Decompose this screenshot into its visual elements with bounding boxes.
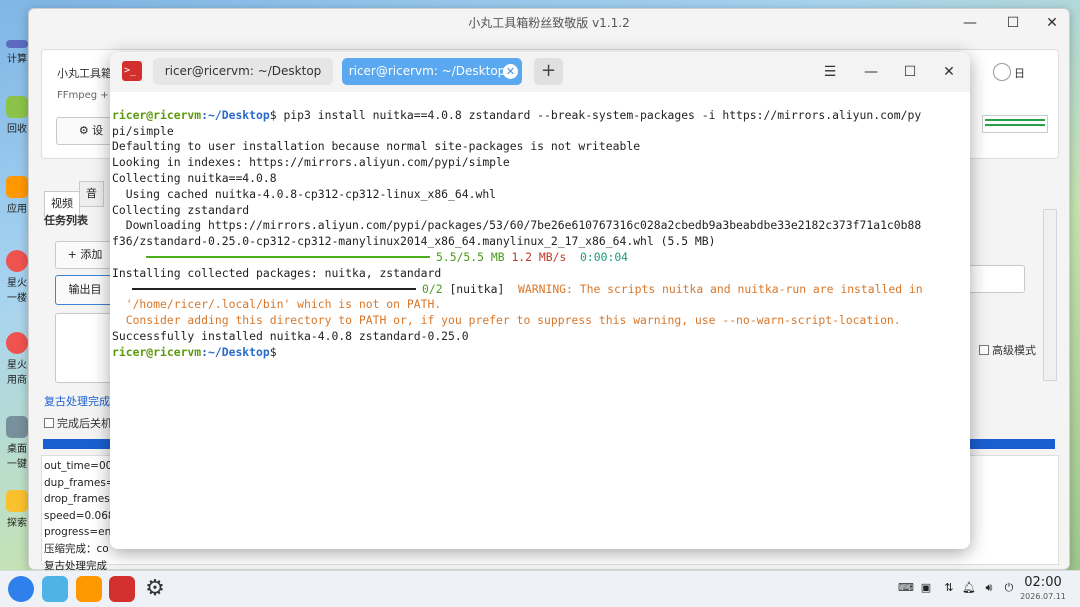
- terminal-titlebar: >_ ricer@ricervm: ~/Desktop ricer@ricerv…: [110, 52, 970, 92]
- terminal-tab-2-active[interactable]: ricer@ricervm: ~/Desktop ✕: [342, 58, 522, 85]
- desktop-icon-label: 桌面一键: [7, 444, 27, 470]
- tab-audio[interactable]: 音: [79, 181, 104, 207]
- volume-icon[interactable]: 🔊︎: [982, 581, 996, 595]
- success-line: Successfully installed nuitka-4.0.8 zsta…: [112, 328, 469, 343]
- spark-icon: [6, 250, 28, 272]
- radio-label: 日: [1014, 67, 1025, 80]
- advanced-mode-label: 高级模式: [992, 344, 1036, 357]
- maximize-button[interactable]: ☐: [998, 13, 1028, 33]
- command-line-wrap: pi/simple: [112, 123, 174, 138]
- gear-icon[interactable]: ⚙: [142, 576, 168, 602]
- tab-label: ricer@ricervm: ~/Desktop: [348, 64, 506, 78]
- desktop-icon-spark-store[interactable]: 星火用商: [4, 332, 30, 386]
- task-list-area: [55, 313, 115, 383]
- final-prompt: ricer@ricervm:~/Desktop$: [112, 344, 277, 359]
- output-line: f36/zstandard-0.25.0-cp312-cp312-manylin…: [112, 234, 716, 249]
- ffmpeg-label: FFmpeg +: [57, 90, 109, 101]
- mini-progress: [982, 115, 1048, 133]
- output-line: Downloading https://mirrors.aliyun.com/p…: [112, 218, 922, 233]
- desktop-icon-desktop[interactable]: 桌面一键: [4, 416, 30, 470]
- scrollbar[interactable]: [1043, 209, 1057, 381]
- launcher-icon[interactable]: [8, 576, 34, 602]
- header-label: 小丸工具箱: [57, 67, 112, 80]
- shutdown-label: 完成后关机: [57, 417, 112, 430]
- terminal-window[interactable]: >_ ricer@ricervm: ~/Desktop ricer@ricerv…: [110, 52, 970, 549]
- warning-line: Consider adding this directory to PATH o…: [112, 313, 901, 328]
- input-method-icon[interactable]: ▣: [919, 581, 933, 595]
- warning-line: '/home/ricer/.local/bin' which is not on…: [112, 297, 442, 312]
- clock[interactable]: 02:00 2026.07.11: [1018, 575, 1068, 603]
- output-line: Collecting zstandard: [112, 202, 250, 217]
- output-line: Defaulting to user installation because …: [112, 139, 641, 154]
- spark-icon: [6, 332, 28, 354]
- close-button[interactable]: ✕: [1037, 13, 1067, 33]
- desktop-icon-explore[interactable]: 探索: [4, 490, 30, 529]
- output-line: Installing collected packages: nuitka, z…: [112, 265, 442, 280]
- minimize-button[interactable]: —: [860, 62, 882, 82]
- command-line: ricer@ricervm:~/Desktop$ pip3 install nu…: [112, 107, 922, 122]
- terminal-tab-1[interactable]: ricer@ricervm: ~/Desktop: [153, 58, 333, 85]
- app-store-icon[interactable]: [76, 576, 102, 602]
- explore-icon: [6, 490, 28, 512]
- terminal-output[interactable]: ricer@ricervm:~/Desktop$ pip3 install nu…: [112, 92, 960, 549]
- output-line: Using cached nuitka-4.0.8-cp312-cp312-li…: [112, 186, 497, 201]
- download-progress-bar: [146, 256, 430, 259]
- desktop-icon-spark[interactable]: 星火一楼: [4, 250, 30, 304]
- desktop-icon-apps[interactable]: 应用: [4, 176, 30, 215]
- network-icon[interactable]: ⇅: [942, 581, 956, 595]
- download-progress-line: 5.5/5.5 MB 1.2 MB/s 0:00:04: [112, 250, 960, 266]
- maximize-button[interactable]: ☐: [899, 62, 921, 82]
- checkbox-icon: [44, 418, 54, 428]
- desktop-icon-label: 星火一楼: [7, 278, 27, 304]
- app-store-icon: [6, 176, 28, 198]
- taskbar: ⚙ ⌨ ▣ ⇅ 🔔︎ 🔊︎ ⏻ 02:00 2026.07.11: [0, 570, 1080, 607]
- task-list-label: 任务列表: [44, 214, 88, 227]
- notification-icon[interactable]: 🔔︎: [962, 581, 976, 595]
- app-title: 小丸工具箱粉丝致敬版 v1.1.2: [468, 16, 630, 30]
- desktop-icon-computer[interactable]: 计算: [4, 40, 30, 65]
- desktop-icon-trash[interactable]: 回收: [4, 96, 30, 135]
- trash-icon: [6, 96, 28, 118]
- desktop-icon-label: 应用: [7, 204, 27, 215]
- close-tab-icon[interactable]: ✕: [503, 64, 518, 79]
- terminal-icon[interactable]: [109, 576, 135, 602]
- close-button[interactable]: ✕: [938, 62, 960, 82]
- tab-label: ricer@ricervm: ~/Desktop: [164, 64, 322, 78]
- checkbox-icon: [979, 345, 989, 355]
- advanced-mode-checkbox[interactable]: 高级模式: [979, 342, 1036, 358]
- file-manager-icon[interactable]: [42, 576, 68, 602]
- keyboard-icon[interactable]: ⌨: [898, 581, 914, 595]
- minimize-button[interactable]: —: [955, 13, 985, 33]
- output-line: Looking in indexes: https://mirrors.aliy…: [112, 155, 510, 170]
- output-dir-button[interactable]: 输出目: [55, 275, 115, 305]
- shutdown-checkbox[interactable]: 完成后关机: [44, 415, 112, 431]
- install-progress-line: 0/2 [nuitka] WARNING: The scripts nuitka…: [112, 282, 960, 298]
- new-tab-button[interactable]: +: [534, 58, 563, 85]
- clock-date: 2026.07.11: [1020, 592, 1066, 601]
- computer-icon: [6, 40, 28, 48]
- desktop-icon-label: 星火用商: [7, 360, 27, 386]
- install-progress-bar: [132, 288, 416, 291]
- desktop-icon-label: 计算: [7, 54, 27, 65]
- output-line: Collecting nuitka==4.0.8: [112, 170, 277, 185]
- menu-icon[interactable]: ☰: [819, 62, 841, 82]
- radio-button[interactable]: [993, 63, 1011, 81]
- restore-done-link[interactable]: 复古处理完成: [44, 393, 110, 409]
- desktop-icon-label: 回收: [7, 124, 27, 135]
- clock-time: 02:00: [1024, 575, 1062, 590]
- desktop-icon-label: 探索: [7, 518, 27, 529]
- power-icon[interactable]: ⏻: [1002, 581, 1016, 595]
- right-input[interactable]: [967, 265, 1025, 293]
- terminal-icon: >_: [122, 61, 142, 81]
- add-button[interactable]: + 添加: [55, 241, 115, 269]
- desktop-icon: [6, 416, 28, 438]
